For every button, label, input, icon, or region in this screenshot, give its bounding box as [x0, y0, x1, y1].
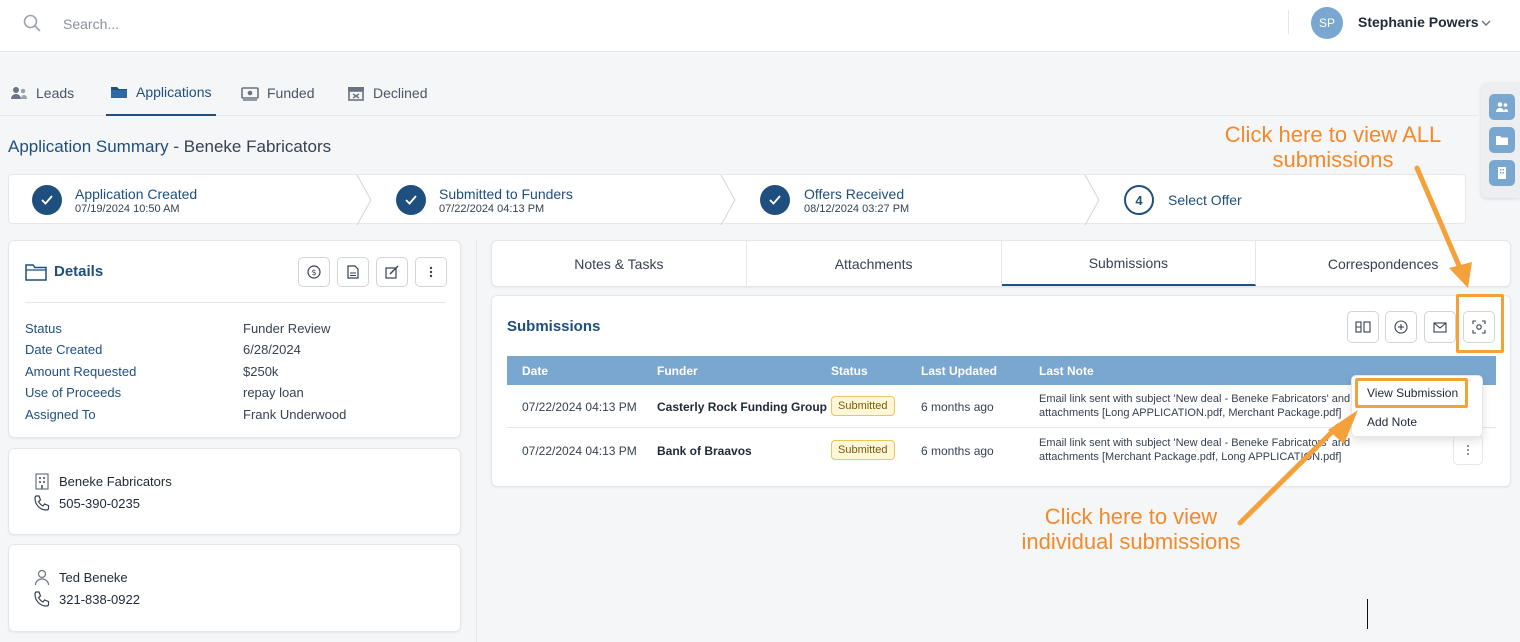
annotation-view-all: Click here to view ALL submissions: [1208, 122, 1458, 172]
arrowhead-view-all: [1449, 262, 1472, 288]
annotation-line: Click here to view: [1044, 504, 1218, 529]
arrow-view-all: [1414, 165, 1463, 271]
arrowhead-individual: [1328, 410, 1358, 444]
annotation-line: individual submissions: [1021, 529, 1241, 554]
annotation-arrows: [1237, 165, 1472, 526]
annotation-line: Click here to view ALL: [1224, 122, 1442, 147]
annotation-line: submissions: [1272, 147, 1394, 172]
text-cursor: [1367, 599, 1368, 629]
annotation-individual: Click here to view individual submission…: [1000, 504, 1262, 554]
